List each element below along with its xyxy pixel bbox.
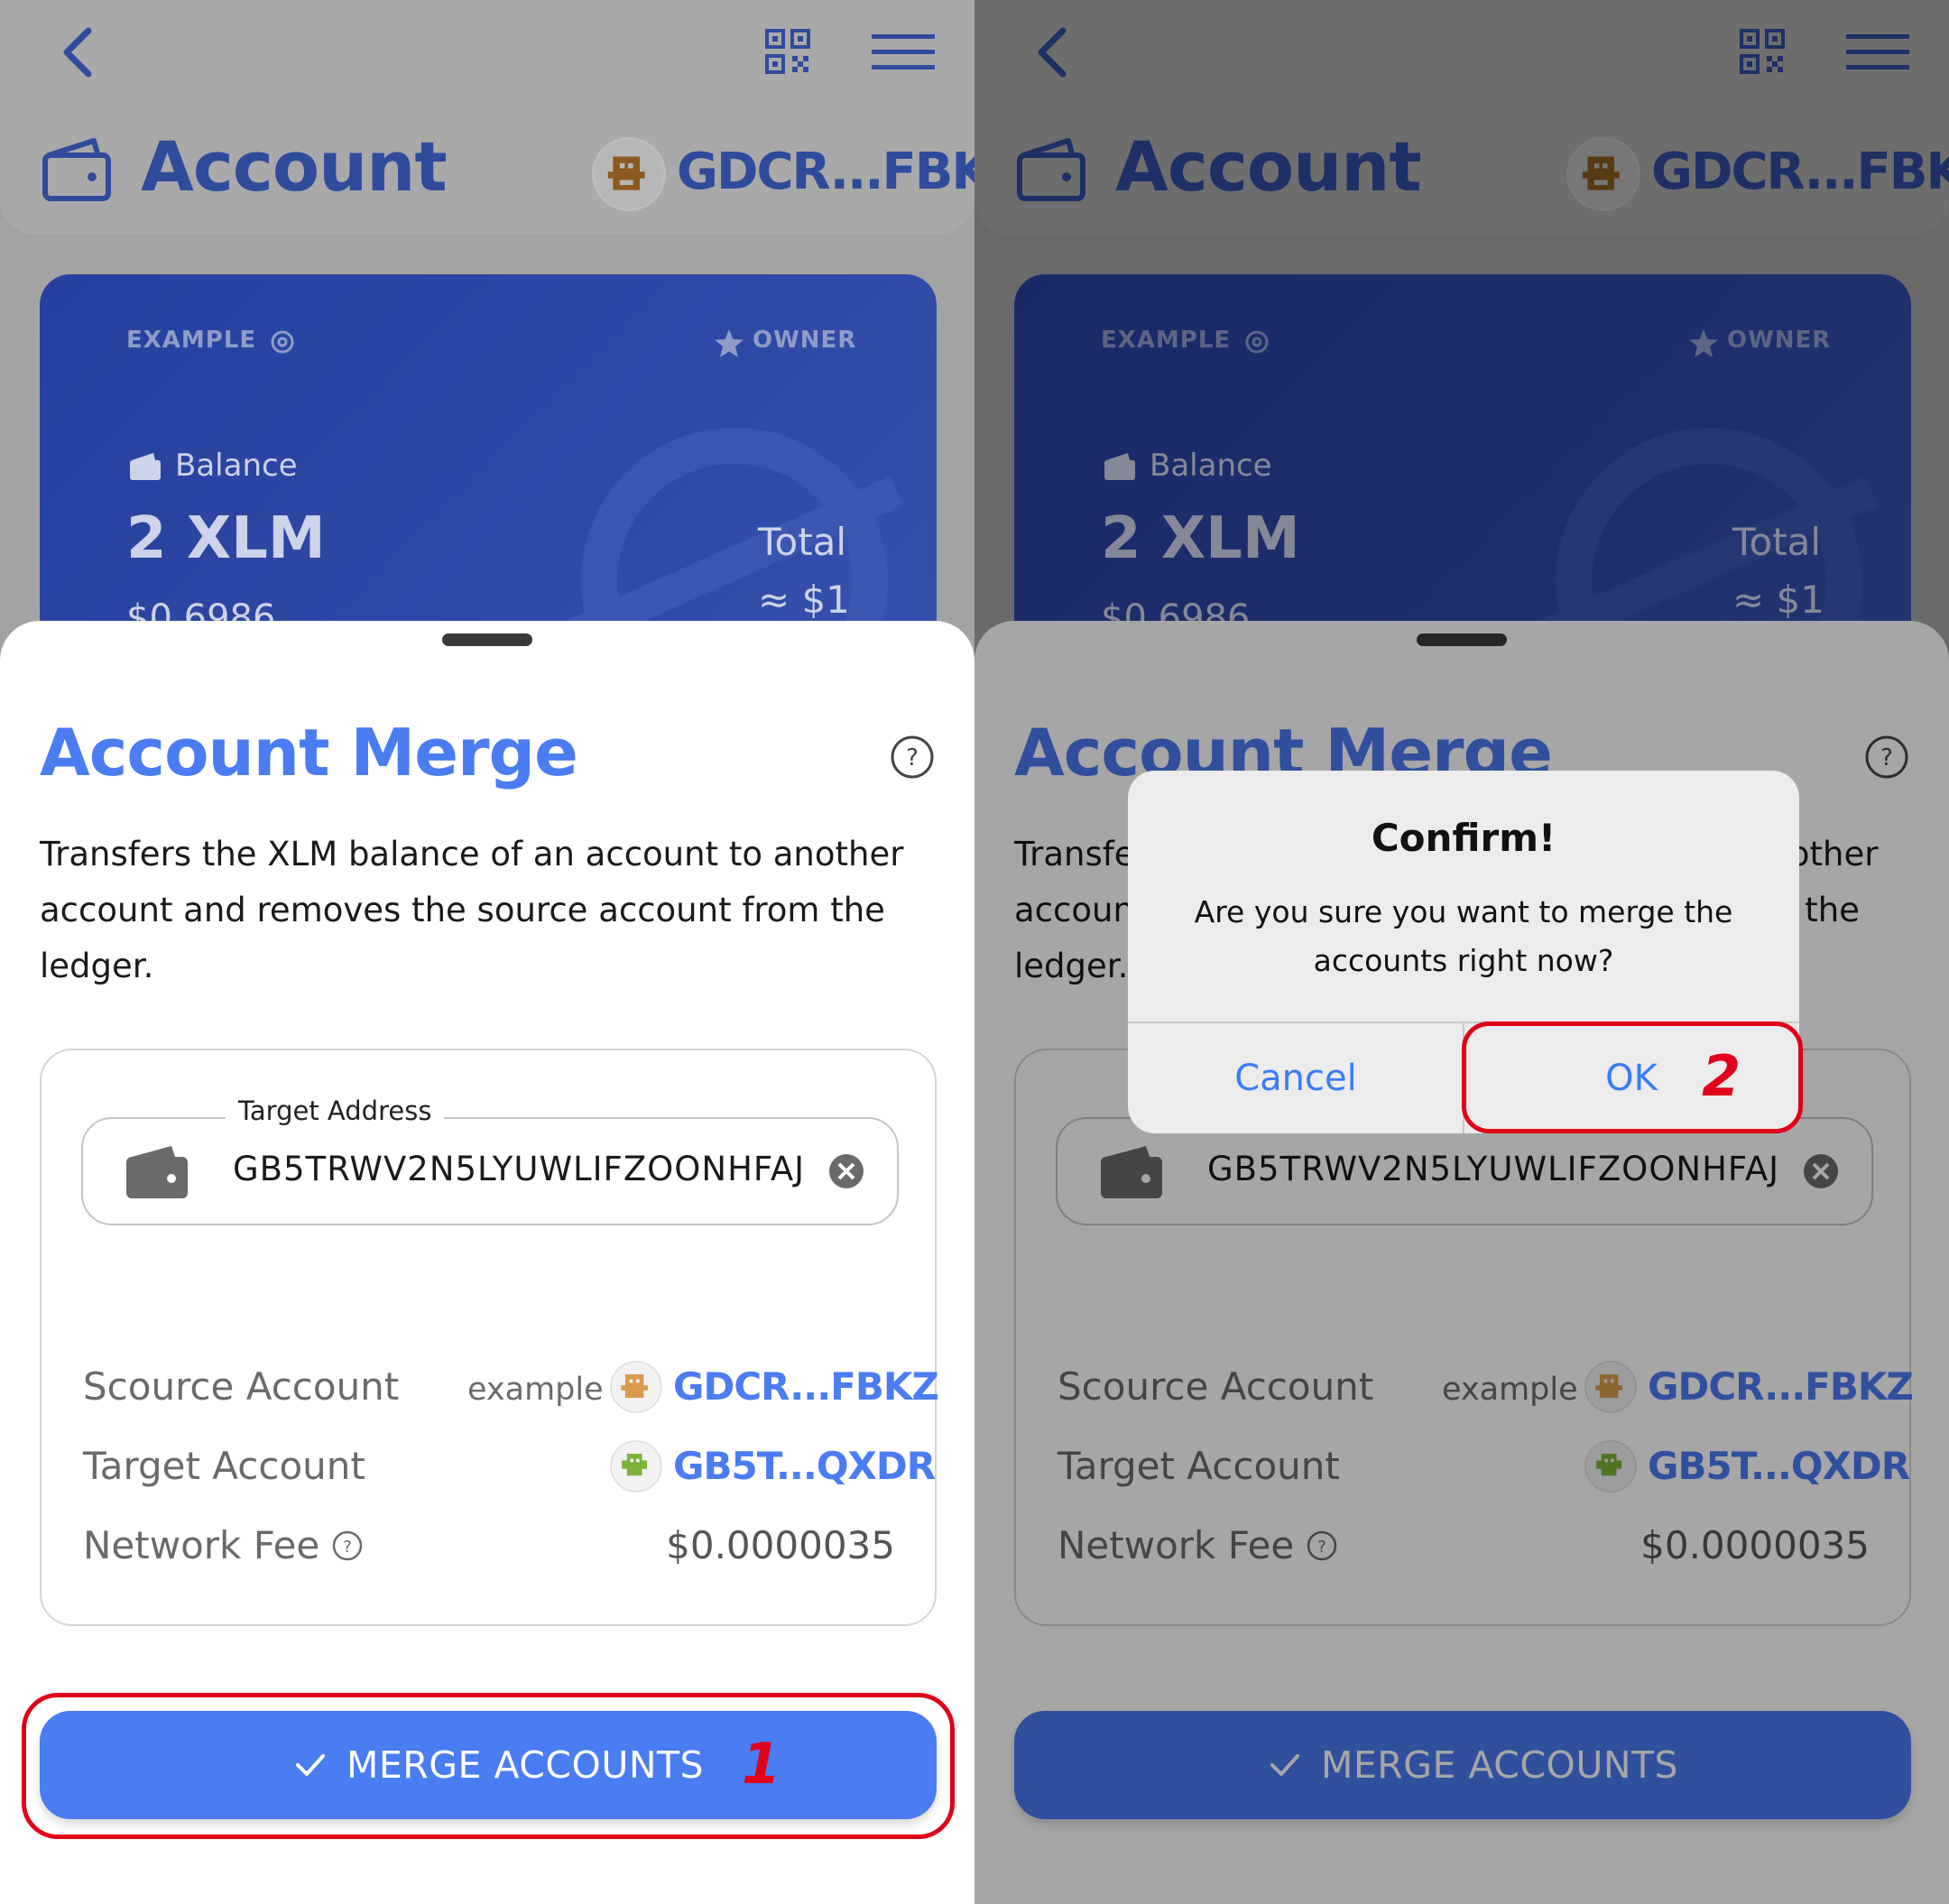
sheet-drag-handle[interactable]: [442, 633, 532, 646]
owner-badge: OWNER: [753, 327, 857, 354]
account-name: EXAMPLE: [126, 327, 257, 354]
star-icon: [715, 329, 744, 357]
target-account-label: Target Account: [83, 1444, 365, 1488]
avatar: [610, 1440, 662, 1493]
balance-label: Balance: [175, 448, 298, 484]
wallet-icon: [42, 138, 111, 201]
merge-details: Target Address GB5TRWV2N5LYUWLIFZOONHFAJ…: [40, 1049, 939, 1626]
dialog-message: Are you sure you want to merge the accou…: [1194, 894, 1733, 978]
sheet-title: Account Merge: [40, 715, 578, 790]
step-2-number: 2: [1702, 1043, 1741, 1109]
account-card: EXAMPLE OWNER Balance 2 XLM Total ≈ $1 $…: [40, 274, 937, 653]
network-fee-value: $0.0000035: [666, 1523, 895, 1567]
menu-icon[interactable]: [872, 34, 935, 70]
step-2-highlight: [1462, 1021, 1803, 1133]
screen-account-merge-confirm: Account GDCR...FBKZ EXAMPLE OWNER Balanc…: [974, 0, 1949, 1904]
target-address-label: Target Address: [226, 1095, 445, 1126]
target-address-input[interactable]: GB5TRWV2N5LYUWLIFZOONHFAJ: [233, 1150, 805, 1188]
dialog-title: Confirm!: [1371, 816, 1556, 860]
header-account-address[interactable]: GDCR...FBKZ: [677, 143, 974, 201]
step-1-number: 1: [742, 1731, 781, 1797]
wallet-icon: [126, 1146, 188, 1198]
svg-text:?: ?: [906, 744, 919, 772]
source-account-address[interactable]: GDCR...FBKZ: [673, 1364, 939, 1409]
total-label: Total: [758, 520, 847, 564]
screen-account-merge: Account GDCR...FBKZ EXAMPLE OWNER Balanc…: [0, 0, 974, 1904]
stellar-logo-icon: [565, 428, 904, 653]
back-icon[interactable]: [52, 23, 106, 81]
gear-icon[interactable]: [267, 327, 298, 357]
page-title: Account: [141, 126, 448, 207]
target-address-field[interactable]: Target Address GB5TRWV2N5LYUWLIFZOONHFAJ: [81, 1095, 899, 1225]
help-icon[interactable]: ?: [890, 735, 935, 780]
avatar: [610, 1361, 662, 1413]
clear-icon[interactable]: [828, 1153, 864, 1189]
step-1-highlight: [22, 1693, 955, 1839]
sheet-description: Transfers the XLM balance of an account …: [40, 835, 904, 985]
top-app-bar: Account GDCR...FBKZ: [0, 0, 974, 235]
cancel-button[interactable]: Cancel: [1128, 1023, 1464, 1133]
avatar[interactable]: [592, 137, 666, 211]
help-icon[interactable]: ?: [332, 1530, 363, 1561]
qr-code-icon[interactable]: [765, 29, 810, 74]
source-account-name: example: [467, 1372, 604, 1408]
wallet-icon: [130, 453, 161, 480]
total-value: ≈ $1: [758, 578, 850, 622]
svg-text:?: ?: [343, 1538, 352, 1557]
balance-value: 2 XLM: [126, 505, 326, 572]
network-fee-label: Network Fee: [83, 1523, 320, 1567]
target-account-address[interactable]: GB5T...QXDR: [673, 1444, 936, 1488]
source-account-label: Scource Account: [83, 1364, 400, 1409]
